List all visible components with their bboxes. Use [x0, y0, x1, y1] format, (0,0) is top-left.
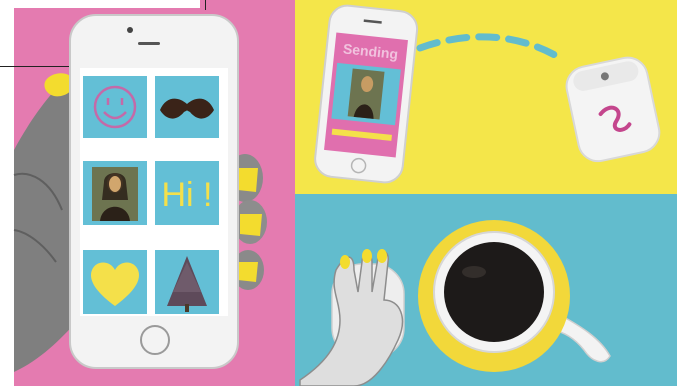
printer-device — [565, 56, 661, 163]
illustration-stage: Hi ! Sending — [0, 0, 677, 386]
front-camera-icon — [127, 27, 133, 33]
signal-dashes — [416, 33, 564, 62]
nail-b — [362, 249, 372, 263]
coffee-cup — [418, 220, 611, 372]
hand-right — [299, 249, 404, 386]
coffee — [444, 242, 544, 342]
fingernail-2 — [240, 214, 262, 236]
tile-smiley[interactable] — [83, 76, 147, 138]
speaker-icon — [138, 42, 160, 45]
fingernail-1 — [238, 168, 258, 192]
hi-text: Hi ! — [162, 176, 213, 214]
artwork-svg: Hi ! Sending — [13, 4, 661, 386]
nail-c — [377, 249, 387, 263]
fingernail-3 — [238, 262, 258, 282]
nail-a — [340, 255, 350, 269]
sending-phone: Sending — [314, 4, 419, 184]
mona-lisa-icon — [92, 167, 138, 221]
